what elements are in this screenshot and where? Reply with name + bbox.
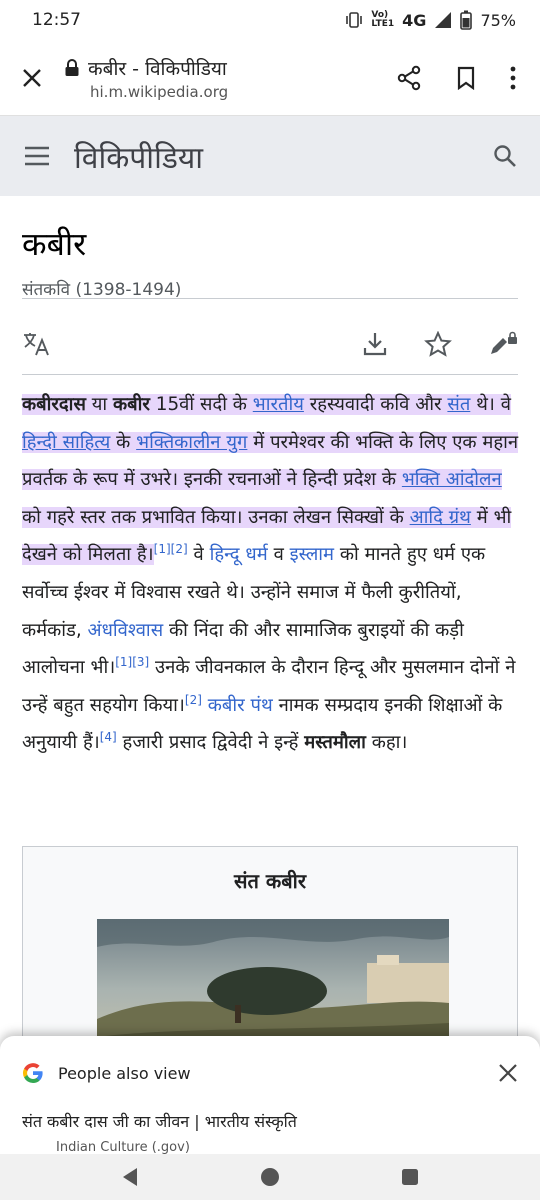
language-icon[interactable] (22, 331, 52, 357)
body-text: हजारी प्रसाद द्विवेदी ने इन्हें (116, 732, 305, 754)
more-vert-icon[interactable] (510, 66, 516, 90)
suggestion-link[interactable]: संत कबीर दास जी का जीवन | भारतीय संस्कृत… (0, 1110, 540, 1132)
infobox: संत कबीर (22, 846, 518, 1046)
link-bhakti-andolan[interactable]: भक्ति आंदोलन (402, 469, 502, 490)
wiki-header: विकिपीडिया (0, 116, 540, 196)
browser-toolbar: कबीर - विकिपीडिया hi.m.wikipedia.org (0, 40, 540, 116)
link-bhaktikalin-yug[interactable]: भक्तिकालीन युग (136, 432, 247, 453)
lock-icon (65, 58, 79, 76)
page-domain: hi.m.wikipedia.org (90, 82, 229, 101)
search-icon (494, 145, 516, 167)
page-description: संतकवि (1398-1494) (22, 280, 182, 300)
citation-2[interactable]: [2] (171, 542, 188, 556)
hamburger-menu-icon (25, 146, 49, 166)
status-time: 12:57 (32, 10, 81, 30)
suggestion-source: Indian Culture (.gov) (56, 1140, 190, 1154)
citation-1[interactable]: [1] (154, 542, 171, 556)
battery-level: 75% (480, 10, 516, 30)
bold-term: कबीर (113, 394, 150, 415)
body-text: के (110, 431, 137, 453)
citation-2[interactable]: [2] (185, 693, 202, 707)
infobox-title: संत कबीर (233, 869, 307, 893)
body-text: थे। वे (470, 394, 511, 415)
body-text: या (85, 394, 113, 415)
link-islam[interactable]: इस्लाम (290, 544, 334, 565)
wiki-brand[interactable]: विकिपीडिया (74, 136, 470, 177)
recents-icon[interactable] (400, 1167, 420, 1187)
article-header: कबीर संतकवि (1398-1494) (22, 222, 181, 300)
link-andhvishwas[interactable]: अंधविश्वास (88, 620, 164, 641)
sheet-label: People also view (58, 1063, 191, 1083)
vibrate-icon (346, 12, 363, 28)
body-text: को गहरे स्तर तक प्रभावित किया। उनका लेखन… (22, 506, 410, 528)
battery-icon (460, 10, 473, 30)
divider (22, 374, 518, 375)
bold-term: मस्तमौला (304, 732, 366, 754)
body-text: रहस्यवादी कवि और (303, 394, 448, 415)
link-hindu-dharm[interactable]: हिन्दू धर्म (210, 544, 268, 565)
status-icons: Vo) LTE1 4G 75% (345, 10, 516, 30)
body-text: वे (187, 544, 210, 566)
url-area[interactable]: कबीर - विकिपीडिया hi.m.wikipedia.org (64, 55, 396, 101)
body-text: 15वीं सदी के (149, 394, 253, 415)
page-title: कबीर (22, 225, 87, 263)
network-type: 4G (402, 10, 427, 30)
article-body: कबीरदास या कबीर 15वीं सदी के भारतीय रहस्… (22, 386, 520, 762)
citation-3[interactable]: [3] (132, 655, 149, 669)
highlighted-text: कबीरदास या कबीर 15वीं सदी के भारतीय रहस्… (22, 394, 519, 566)
infobox-image[interactable] (97, 919, 449, 1046)
page-actions-bar (22, 322, 518, 366)
close-icon[interactable] (498, 1063, 518, 1083)
edit-locked-icon[interactable] (488, 331, 518, 357)
main-menu-button[interactable] (0, 146, 74, 166)
signal-icon (435, 12, 452, 28)
link-sant[interactable]: संत (447, 394, 470, 415)
volte-icon: Vo) LTE1 (371, 10, 395, 29)
link-hindi-sahitya[interactable]: हिन्दी साहित्य (22, 432, 110, 453)
google-logo-icon (23, 1063, 43, 1083)
link-adi-granth[interactable]: आदि ग्रंथ (410, 507, 471, 528)
link-bharatiya[interactable]: भारतीय (253, 394, 304, 415)
search-button[interactable] (470, 144, 540, 168)
system-nav-bar (0, 1154, 540, 1200)
citation-4[interactable]: [4] (100, 730, 117, 744)
body-text: कहा। (365, 732, 408, 754)
body-text: व (267, 544, 290, 566)
download-icon[interactable] (362, 331, 388, 357)
divider (22, 298, 518, 299)
home-icon[interactable] (259, 1166, 281, 1188)
share-icon[interactable] (396, 65, 422, 91)
back-icon[interactable] (120, 1166, 140, 1188)
star-icon[interactable] (424, 331, 452, 357)
bookmark-icon[interactable] (456, 66, 476, 90)
status-bar: 12:57 Vo) LTE1 4G 75% (0, 0, 540, 40)
page-title-text: कबीर - विकिपीडिया (88, 57, 227, 80)
link-kabir-panth[interactable]: कबीर पंथ (208, 695, 273, 716)
bold-term: कबीरदास (22, 394, 86, 415)
close-tab-button[interactable] (0, 40, 64, 116)
google-people-also-view-sheet: People also view संत कबीर दास जी का जीवन… (0, 1036, 540, 1154)
close-icon (23, 68, 41, 87)
citation-1[interactable]: [1] (115, 655, 132, 669)
